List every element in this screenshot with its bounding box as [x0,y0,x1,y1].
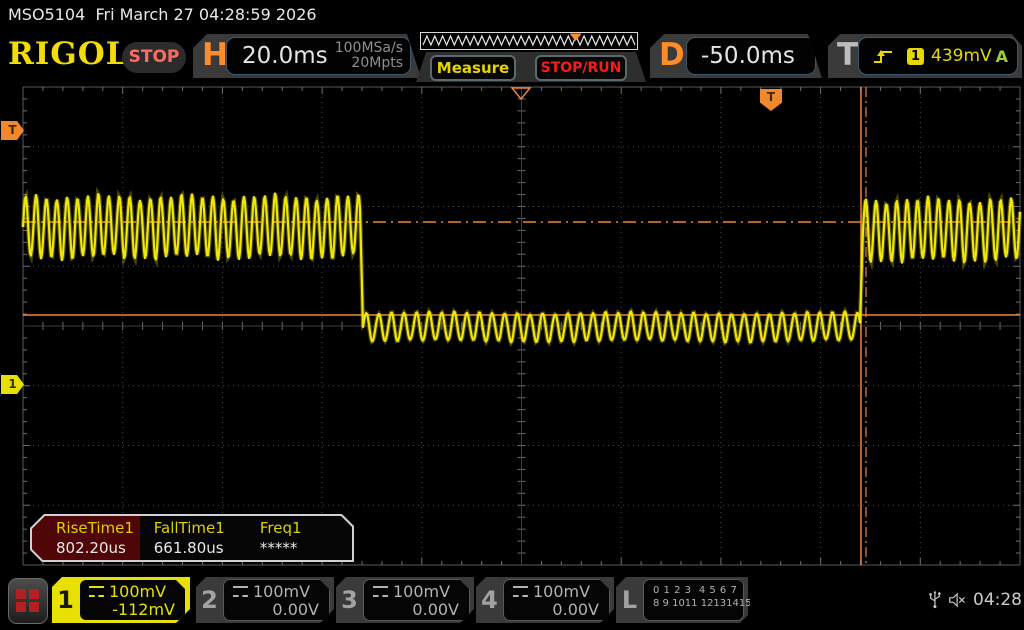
channel-1-button[interactable]: 1 100mV -112mV [52,577,190,623]
header-bar: RIGOL STOP H 20.0ms 100MSa/s 20Mpts Meas… [0,30,1024,82]
channel-offset: 0.00V [364,600,469,619]
channel-offset: 0.00V [504,600,609,619]
menu-button[interactable] [8,578,48,624]
device-title: MSO5104 Fri March 27 04:28:59 2026 [8,5,317,24]
status-bar: MSO5104 Fri March 27 04:28:59 2026 [0,0,1024,30]
memory-position-bar[interactable] [420,32,638,51]
digital-channels-button[interactable]: L 0 1 2 3 4 5 6 7 8 9 1011 12131415 [616,577,748,623]
trigger-level-value: 439mV [931,46,992,66]
trigger-position-marker[interactable]: T [760,89,782,111]
usb-icon [928,589,942,611]
acquisition-info: 100MSa/s 20Mpts [335,41,403,71]
speaker-muted-icon [948,590,967,610]
trigger-source-badge: 1 [907,48,924,65]
measurement-panel[interactable]: RiseTime1 802.20us FallTime1 661.80us Fr… [30,514,354,562]
dc-coupling-icon [89,586,104,597]
dc-coupling-icon [373,586,388,597]
measurement-value: ***** [260,538,352,558]
horizontal-label: H [202,36,228,74]
channel1-offset-marker[interactable]: 1 [1,375,24,394]
menu-grid-icon [16,589,40,613]
channel-offset: -112mV [80,600,185,619]
timebase-value: 20.0ms [242,43,328,69]
measurement-freq[interactable]: Freq1 ***** [246,516,352,560]
measurement-label: RiseTime1 [56,519,140,538]
channel-offset: 0.00V [224,600,329,619]
channel-3-button[interactable]: 3 100mV 0.00V [336,577,474,623]
stop-run-button[interactable]: STOP/RUN [535,55,627,81]
horizontal-block[interactable]: H 20.0ms 100MSa/s 20Mpts [193,34,421,78]
channel-number: 1 [52,577,79,623]
trigger-label: T [837,36,858,74]
run-state-badge[interactable]: STOP [122,42,186,73]
system-tray: 04:28 [928,585,1022,615]
measurement-value: 661.80us [154,538,246,558]
dc-coupling-icon [513,586,528,597]
digital-row2: 8 9 1011 12131415 [644,597,743,610]
delay-label: D [659,36,685,74]
measurement-falltime[interactable]: FallTime1 661.80us [140,516,246,560]
sample-rate: 100MSa/s [335,40,403,56]
clock-display: 04:28 [973,590,1022,610]
channel-4-button[interactable]: 4 100mV 0.00V [476,577,614,623]
delay-block[interactable]: D -50.0ms [650,34,822,78]
rising-edge-trigger-icon [873,48,893,65]
channel-scale: 100mV [533,583,590,600]
channel-number: 2 [196,577,223,623]
channel-scale: 100mV [393,583,450,600]
dc-coupling-icon [233,586,248,597]
measurement-value: 802.20us [56,538,140,558]
delay-value: -50.0ms [701,43,795,69]
rigol-logo: RIGOL [8,37,129,71]
digital-row1: 0 1 2 3 4 5 6 7 [644,580,743,597]
trigger-level-marker[interactable]: T [1,121,24,140]
channel-scale: 100mV [109,583,166,600]
memory-depth: 20Mpts [351,55,403,71]
measure-button[interactable]: Measure [430,55,516,81]
channel-number: 4 [476,577,503,623]
measurement-label: Freq1 [260,519,352,538]
channel-2-button[interactable]: 2 100mV 0.00V [196,577,334,623]
channel-number: 3 [336,577,363,623]
measurement-label: FallTime1 [154,519,246,538]
trigger-mode: A [996,47,1008,66]
channel-bar: 1 100mV -112mV 2 100mV 0.00V 3 100mV 0.0… [0,575,1024,630]
trigger-block[interactable]: T 1 439mV A [828,34,1022,78]
channel-scale: 100mV [253,583,310,600]
digital-label: L [616,577,643,623]
measurement-risetime[interactable]: RiseTime1 802.20us [32,516,140,560]
